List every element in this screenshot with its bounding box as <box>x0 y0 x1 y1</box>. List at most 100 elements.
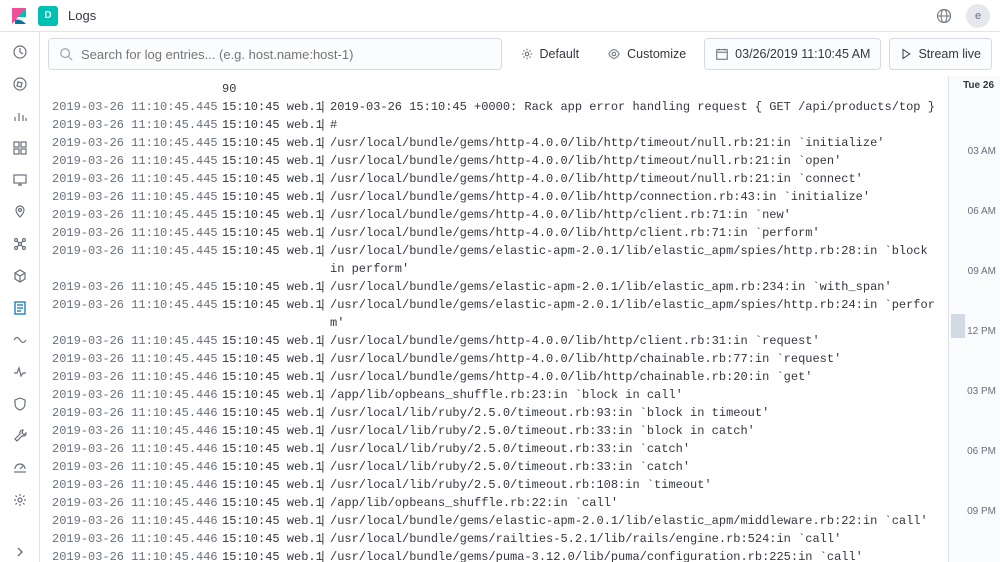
log-row[interactable]: 2019-03-26 11:10:45.44515:10:45 web.1 | … <box>52 98 936 116</box>
nav-recent-icon[interactable] <box>10 42 30 62</box>
log-row[interactable]: 2019-03-26 11:10:45.44615:10:45 web.1 | … <box>52 440 936 458</box>
log-row[interactable]: 2019-03-26 11:10:45.44615:10:45 web.1 | … <box>52 422 936 440</box>
log-row[interactable]: 2019-03-26 11:10:45.44515:10:45 web.1 | … <box>52 170 936 188</box>
log-source: 15:10:45 web.1 <box>222 530 312 548</box>
log-row[interactable]: 2019-03-26 11:10:45.44515:10:45 web.1 | … <box>52 350 936 368</box>
log-timestamp: 2019-03-26 11:10:45.446 <box>52 458 222 476</box>
log-pipe: | <box>312 476 330 494</box>
nav-collapse-icon[interactable] <box>10 542 30 562</box>
log-pipe: | <box>312 134 330 152</box>
log-pipe: | <box>312 332 330 350</box>
minimap-day-label: Tue 26 <box>963 80 994 91</box>
log-row[interactable]: 2019-03-26 11:10:45.44515:10:45 web.1 | … <box>52 242 936 278</box>
breadcrumb[interactable]: Logs <box>68 8 96 23</box>
search-input-wrapper[interactable] <box>48 38 502 70</box>
log-row[interactable]: 2019-03-26 11:10:45.44615:10:45 web.1 | … <box>52 530 936 548</box>
log-timestamp: 2019-03-26 11:10:45.446 <box>52 386 222 404</box>
log-message: /usr/local/bundle/gems/http-4.0.0/lib/ht… <box>330 134 936 152</box>
log-row[interactable]: 2019-03-26 11:10:45.44515:10:45 web.1 | … <box>52 224 936 242</box>
stream-live-button[interactable]: Stream live <box>889 38 992 70</box>
log-source: 15:10:45 web.1 <box>222 512 312 530</box>
nav-dashboard-icon[interactable] <box>10 138 30 158</box>
log-row[interactable]: 2019-03-26 11:10:45.44615:10:45 web.1 | … <box>52 548 936 562</box>
nav-monitoring-icon[interactable] <box>10 458 30 478</box>
log-row[interactable]: 2019-03-26 11:10:45.44615:10:45 web.1 | … <box>52 458 936 476</box>
nav-maps-icon[interactable] <box>10 202 30 222</box>
log-row[interactable]: 2019-03-26 11:10:45.44515:10:45 web.1 | … <box>52 116 936 134</box>
log-pipe: | <box>312 458 330 476</box>
nav-visualize-icon[interactable] <box>10 106 30 126</box>
log-row[interactable]: 2019-03-26 11:10:45.44615:10:45 web.1 | … <box>52 368 936 386</box>
log-row[interactable]: 2019-03-26 11:10:45.44515:10:45 web.1 | … <box>52 152 936 170</box>
log-message: /usr/local/bundle/gems/http-4.0.0/lib/ht… <box>330 152 936 170</box>
log-pipe: | <box>312 152 330 170</box>
log-source: 15:10:45 web.1 <box>222 206 312 224</box>
default-button[interactable]: Default <box>510 38 590 70</box>
stream-label: Stream live <box>918 47 981 61</box>
log-message: /usr/local/lib/ruby/2.5.0/timeout.rb:33:… <box>330 422 936 440</box>
nav-canvas-icon[interactable] <box>10 170 30 190</box>
nav-siem-icon[interactable] <box>10 394 30 414</box>
log-timestamp: 2019-03-26 11:10:45.445 <box>52 278 222 296</box>
log-source: 15:10:45 web.1 <box>222 404 312 422</box>
nav-devtools-icon[interactable] <box>10 426 30 446</box>
log-row[interactable]: 2019-03-26 11:10:45.44615:10:45 web.1 | … <box>52 494 936 512</box>
log-pipe: | <box>312 242 330 278</box>
log-source: 15:10:45 web.1 <box>222 170 312 188</box>
newsfeed-icon[interactable] <box>932 4 956 28</box>
log-row[interactable]: 2019-03-26 11:10:45.44615:10:45 web.1 | … <box>52 476 936 494</box>
minimap-density-bar <box>951 314 965 338</box>
nav-logs-icon[interactable] <box>10 298 30 318</box>
avatar[interactable]: e <box>966 4 990 28</box>
log-message: /usr/local/lib/ruby/2.5.0/timeout.rb:93:… <box>330 404 936 422</box>
log-timestamp: 2019-03-26 11:10:45.445 <box>52 242 222 278</box>
log-pipe: | <box>312 440 330 458</box>
log-timestamp: 2019-03-26 11:10:45.445 <box>52 134 222 152</box>
nav-apm-icon[interactable] <box>10 330 30 350</box>
log-pipe: | <box>312 386 330 404</box>
log-row[interactable]: 2019-03-26 11:10:45.44615:10:45 web.1 | … <box>52 386 936 404</box>
nav-ml-icon[interactable] <box>10 234 30 254</box>
log-message: /usr/local/lib/ruby/2.5.0/timeout.rb:33:… <box>330 440 936 458</box>
log-message: /usr/local/bundle/gems/railties-5.2.1/li… <box>330 530 936 548</box>
gear-icon <box>520 47 534 61</box>
log-row[interactable]: 2019-03-26 11:10:45.44515:10:45 web.1 | … <box>52 296 936 332</box>
log-message: /usr/local/bundle/gems/elastic-apm-2.0.1… <box>330 242 936 278</box>
search-input[interactable] <box>81 47 491 62</box>
nav-infra-icon[interactable] <box>10 266 30 286</box>
log-row[interactable]: 2019-03-26 11:10:45.44615:10:45 web.1 | … <box>52 512 936 530</box>
log-message: /usr/local/bundle/gems/elastic-apm-2.0.1… <box>330 296 936 332</box>
log-timestamp: 2019-03-26 11:10:45.446 <box>52 404 222 422</box>
minimap-tick: 06 PM <box>967 446 996 457</box>
datetime-picker[interactable]: 03/26/2019 11:10:45 AM <box>704 38 881 70</box>
log-pipe: | <box>312 368 330 386</box>
log-row[interactable]: 2019-03-26 11:10:45.44515:10:45 web.1 | … <box>52 134 936 152</box>
sidenav <box>0 32 40 562</box>
log-row[interactable]: 2019-03-26 11:10:45.44515:10:45 web.1 | … <box>52 278 936 296</box>
log-pipe: | <box>312 350 330 368</box>
log-message: # <box>330 116 936 134</box>
log-row[interactable]: 2019-03-26 11:10:45.44615:10:45 web.1 | … <box>52 404 936 422</box>
log-row[interactable]: 2019-03-26 11:10:45.44515:10:45 web.1 | … <box>52 332 936 350</box>
space-badge[interactable]: D <box>38 6 58 26</box>
nav-uptime-icon[interactable] <box>10 362 30 382</box>
log-area[interactable]: 902019-03-26 11:10:45.44515:10:45 web.1 … <box>40 76 948 562</box>
log-source: 15:10:45 web.1 <box>222 476 312 494</box>
log-message: /usr/local/bundle/gems/http-4.0.0/lib/ht… <box>330 350 936 368</box>
customize-button[interactable]: Customize <box>597 38 696 70</box>
search-icon <box>59 47 73 61</box>
nav-discover-icon[interactable] <box>10 74 30 94</box>
minimap[interactable]: Tue 26 03 AM 06 AM 09 AM 12 PM 03 PM 06 … <box>948 76 1000 562</box>
log-row[interactable]: 2019-03-26 11:10:45.44515:10:45 web.1 | … <box>52 188 936 206</box>
log-row[interactable]: 2019-03-26 11:10:45.44515:10:45 web.1 | … <box>52 206 936 224</box>
log-pipe: | <box>312 296 330 332</box>
log-source: 15:10:45 web.1 <box>222 422 312 440</box>
kibana-logo-icon[interactable] <box>10 7 28 25</box>
space-initial: D <box>44 10 51 21</box>
log-pipe: | <box>312 422 330 440</box>
log-message: /usr/local/bundle/gems/elastic-apm-2.0.1… <box>330 512 936 530</box>
log-pipe: | <box>312 224 330 242</box>
log-pipe: | <box>312 530 330 548</box>
nav-management-icon[interactable] <box>10 490 30 510</box>
log-timestamp: 2019-03-26 11:10:45.445 <box>52 296 222 332</box>
